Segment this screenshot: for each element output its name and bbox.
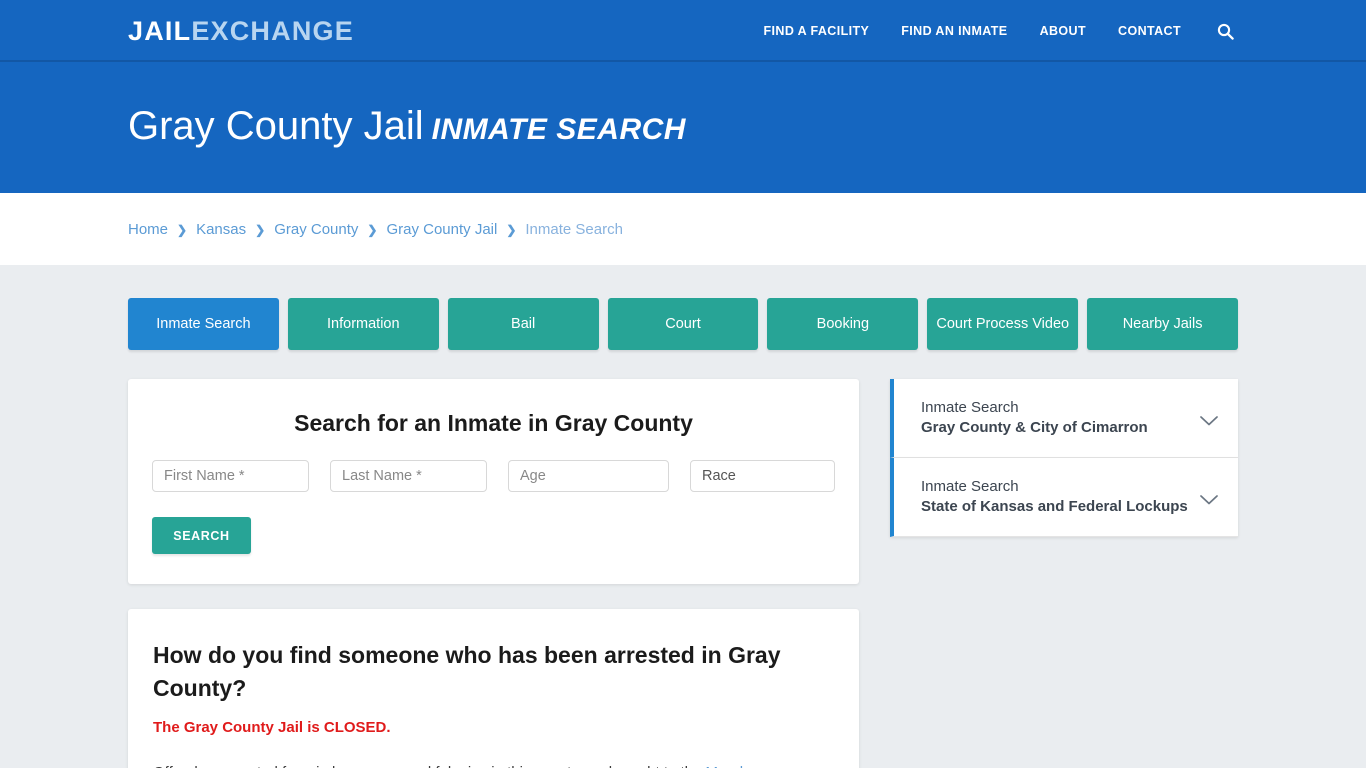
search-fields: Race <box>152 460 835 492</box>
accordion-subtitle: State of Kansas and Federal Lockups <box>921 498 1188 515</box>
inmate-search-card: Search for an Inmate in Gray County Race… <box>128 379 859 584</box>
race-select[interactable]: Race <box>690 460 835 492</box>
tab-court-process-video[interactable]: Court Process Video <box>927 298 1079 350</box>
sidebar: Inmate Search Gray County & City of Cima… <box>890 379 1238 537</box>
article-card: How do you find someone who has been arr… <box>128 609 859 768</box>
section-tabs: Inmate Search Information Bail Court Boo… <box>128 298 1239 350</box>
first-name-input[interactable] <box>152 460 309 492</box>
breadcrumb-item-gray-county-jail[interactable]: Gray County Jail <box>386 221 497 238</box>
logo-text-primary: JAIL <box>128 16 192 46</box>
nav-item-contact[interactable]: CONTACT <box>1102 24 1197 38</box>
breadcrumb-separator-icon: ❯ <box>367 223 378 237</box>
breadcrumb-bar: Home ❯ Kansas ❯ Gray County ❯ Gray Count… <box>0 193 1366 265</box>
nav-item-find-an-inmate[interactable]: FIND AN INMATE <box>885 24 1023 38</box>
tab-court[interactable]: Court <box>607 298 759 350</box>
closed-alert: The Gray County Jail is CLOSED. <box>153 719 391 736</box>
breadcrumb-separator-icon: ❯ <box>177 223 188 237</box>
accordion-inmate-search-gray-county[interactable]: Inmate Search Gray County & City of Cima… <box>890 379 1238 458</box>
logo-text-secondary: EXCHANGE <box>191 16 354 46</box>
search-icon[interactable] <box>1197 23 1238 40</box>
breadcrumb-item-kansas[interactable]: Kansas <box>196 221 246 238</box>
age-input[interactable] <box>508 460 669 492</box>
main-navigation: FIND A FACILITY FIND AN INMATE ABOUT CON… <box>748 0 1239 62</box>
page-body: Inmate Search Information Bail Court Boo… <box>0 265 1366 768</box>
chevron-down-icon[interactable] <box>1200 492 1218 505</box>
nav-item-about[interactable]: ABOUT <box>1024 24 1102 38</box>
nav-item-find-a-facility[interactable]: FIND A FACILITY <box>748 24 886 38</box>
breadcrumb-item-gray-county[interactable]: Gray County <box>274 221 358 238</box>
article-heading: How do you find someone who has been arr… <box>153 642 781 701</box>
breadcrumb-separator-icon: ❯ <box>255 223 266 237</box>
search-button[interactable]: SEARCH <box>152 517 251 554</box>
meade-link[interactable]: Meade <box>706 764 752 768</box>
last-name-input[interactable] <box>330 460 487 492</box>
site-header: JAILEXCHANGE FIND A FACILITY FIND AN INM… <box>0 0 1366 62</box>
page-hero: Gray County Jail INMATE SEARCH <box>0 62 1366 193</box>
accordion-title: Inmate Search <box>921 399 1019 416</box>
breadcrumb-item-home[interactable]: Home <box>128 221 168 238</box>
breadcrumb-item-current: Inmate Search <box>525 220 623 238</box>
chevron-down-icon[interactable] <box>1200 413 1218 426</box>
page-title-main: Gray County Jail <box>128 103 424 148</box>
article-paragraph: Offenders arrested for misdemeanors and … <box>153 760 834 768</box>
breadcrumb: Home ❯ Kansas ❯ Gray County ❯ Gray Count… <box>0 221 623 238</box>
tab-inmate-search[interactable]: Inmate Search <box>128 298 279 350</box>
accordion-inmate-search-state-kansas[interactable]: Inmate Search State of Kansas and Federa… <box>890 458 1238 537</box>
site-logo[interactable]: JAILEXCHANGE <box>128 16 354 46</box>
tab-information[interactable]: Information <box>287 298 439 350</box>
accordion-subtitle: Gray County & City of Cimarron <box>921 419 1148 436</box>
page-title: Gray County Jail INMATE SEARCH <box>128 103 686 153</box>
page-title-sub: INMATE SEARCH <box>431 112 686 146</box>
tab-nearby-jails[interactable]: Nearby Jails <box>1087 298 1239 350</box>
breadcrumb-separator-icon: ❯ <box>506 223 517 237</box>
search-heading: Search for an Inmate in Gray County <box>294 410 693 436</box>
article-paragraph-text: Offenders arrested for misdemeanors and … <box>153 764 706 768</box>
tab-bail[interactable]: Bail <box>447 298 599 350</box>
main-content: Search for an Inmate in Gray County Race… <box>128 379 859 768</box>
tab-booking[interactable]: Booking <box>767 298 919 350</box>
accordion-title: Inmate Search <box>921 478 1019 495</box>
